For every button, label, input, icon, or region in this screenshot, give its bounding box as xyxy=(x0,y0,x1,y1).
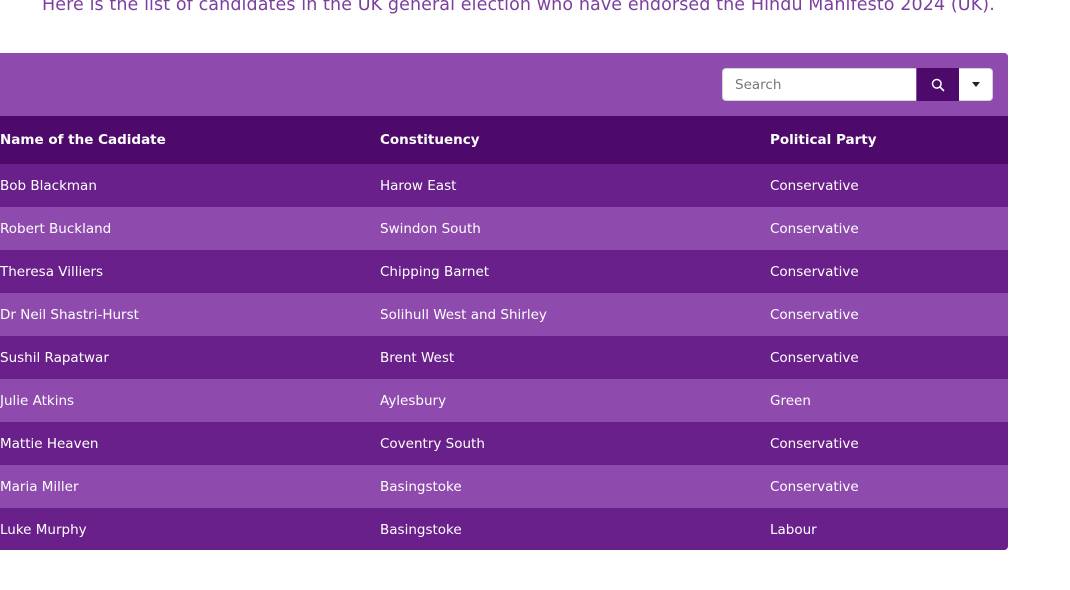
constituency-cell: Basingstoke xyxy=(380,478,462,495)
candidate-name-cell: Julie Atkins xyxy=(0,392,75,409)
candidate-name-cell: Maria Miller xyxy=(0,478,79,495)
party-cell: Conservative xyxy=(770,349,859,366)
table-row: Sushil Rapatwar Brent West Conservative xyxy=(0,336,1008,379)
party-cell: Labour xyxy=(770,521,817,538)
candidate-name-cell: Sushil Rapatwar xyxy=(0,349,109,366)
party-cell: Conservative xyxy=(770,177,859,194)
table-row: Mattie Heaven Coventry South Conservativ… xyxy=(0,422,1008,465)
caret-down-icon xyxy=(971,82,980,87)
column-header-political-party[interactable]: Political Party xyxy=(760,116,1008,164)
candidate-name-cell: Dr Neil Shastri-Hurst xyxy=(0,306,139,323)
search-button[interactable] xyxy=(917,68,959,101)
party-cell: Conservative xyxy=(770,263,859,280)
party-cell: Green xyxy=(770,392,811,409)
candidate-name-cell: Mattie Heaven xyxy=(0,435,99,452)
table-row: Dr Neil Shastri-Hurst Solihull West and … xyxy=(0,293,1008,336)
table-toolbar xyxy=(0,53,1008,116)
constituency-cell: Brent West xyxy=(380,349,455,366)
constituency-cell: Chipping Barnet xyxy=(380,263,490,280)
table-row: Luke Murphy Basingstoke Labour xyxy=(0,508,1008,550)
candidate-name-cell: Luke Murphy xyxy=(0,521,87,538)
table-row: Maria Miller Basingstoke Conservative xyxy=(0,465,1008,508)
party-cell: Conservative xyxy=(770,220,859,237)
table-row: Bob Blackman Harow East Conservative xyxy=(0,164,1008,207)
table-header-row: Name of the Cadidate Constituency Politi… xyxy=(0,116,1008,164)
candidates-table-card: Name of the Cadidate Constituency Politi… xyxy=(0,53,1008,550)
constituency-cell: Solihull West and Shirley xyxy=(380,306,547,323)
table-row: Theresa Villiers Chipping Barnet Conserv… xyxy=(0,250,1008,293)
candidate-name-cell: Robert Buckland xyxy=(0,220,112,237)
constituency-cell: Aylesbury xyxy=(380,392,447,409)
party-cell: Conservative xyxy=(770,306,859,323)
candidate-name-cell: Theresa Villiers xyxy=(0,263,104,280)
columns-dropdown-button[interactable] xyxy=(959,68,993,101)
constituency-cell: Coventry South xyxy=(380,435,485,452)
table-row: Robert Buckland Swindon South Conservati… xyxy=(0,207,1008,250)
party-cell: Conservative xyxy=(770,478,859,495)
table-row: Julie Atkins Aylesbury Green xyxy=(0,379,1008,422)
candidates-table: Name of the Cadidate Constituency Politi… xyxy=(0,116,1008,550)
constituency-cell: Swindon South xyxy=(380,220,481,237)
constituency-cell: Harow East xyxy=(380,177,457,194)
search-input[interactable] xyxy=(722,68,916,101)
intro-text: Here is the list of candidates in the UK… xyxy=(42,0,995,15)
search-icon xyxy=(931,78,945,91)
column-header-constituency[interactable]: Constituency xyxy=(370,116,760,164)
candidate-name-cell: Bob Blackman xyxy=(0,177,97,194)
column-header-candidate-name[interactable]: Name of the Cadidate xyxy=(0,116,370,164)
constituency-cell: Basingstoke xyxy=(380,521,462,538)
party-cell: Conservative xyxy=(770,435,859,452)
